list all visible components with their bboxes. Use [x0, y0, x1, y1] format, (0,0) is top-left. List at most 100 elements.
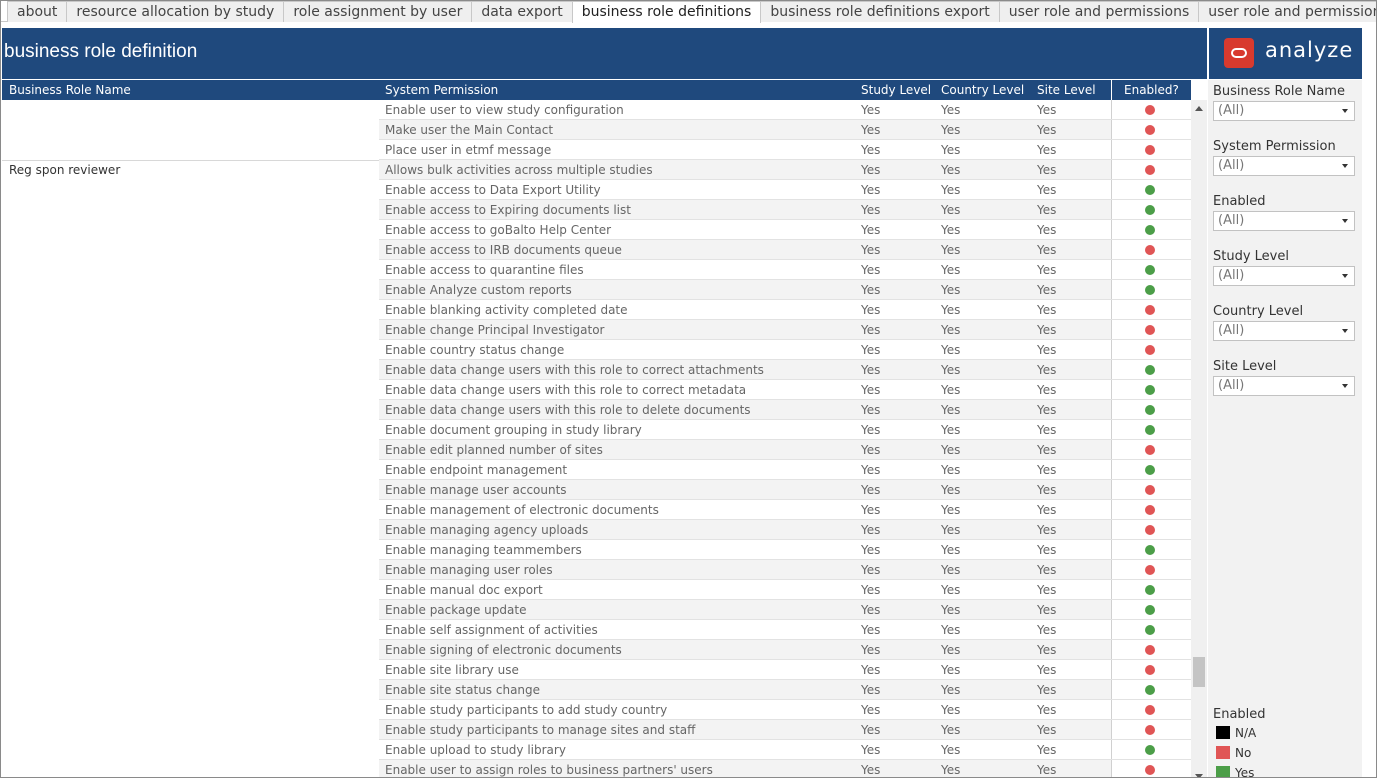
- table-row[interactable]: Enable manage user accounts Yes Yes Yes: [2, 480, 1191, 500]
- table-row[interactable]: Enable country status change Yes Yes Yes: [2, 340, 1191, 360]
- table-row[interactable]: Enable access to goBalto Help Center Yes Y…: [2, 220, 1191, 240]
- permission-cell: Enable study participants to add study c…: [385, 703, 668, 717]
- table-row[interactable]: Enable Analyze custom reports Yes Yes Yes: [2, 280, 1191, 300]
- permission-cell: Enable data change users with this role …: [385, 403, 751, 417]
- table-row[interactable]: Enable access to IRB documents queue Yes Y…: [2, 240, 1191, 260]
- country-level-cell: Yes: [941, 503, 961, 517]
- site-level-cell: Yes: [1037, 743, 1057, 757]
- table-row[interactable]: Enable upload to study library Yes Yes Yes: [2, 740, 1191, 760]
- tab-user-role-and-permissions-exp[interactable]: user role and permissions exp...: [1198, 1, 1376, 22]
- table-row[interactable]: Enable management of electronic document…: [2, 500, 1191, 520]
- chevron-down-icon[interactable]: [1342, 164, 1348, 168]
- table-row[interactable]: Enable data change users with this role …: [2, 360, 1191, 380]
- chevron-down-icon[interactable]: [1342, 109, 1348, 113]
- legend-swatch-icon: [1216, 766, 1230, 777]
- tab-about[interactable]: about: [7, 1, 68, 22]
- scroll-down-icon[interactable]: [1195, 774, 1203, 777]
- site-level-cell: Yes: [1037, 283, 1057, 297]
- country-level-cell: Yes: [941, 143, 961, 157]
- tab-data-export[interactable]: data export: [471, 1, 573, 22]
- study-level-cell: Yes: [861, 123, 881, 137]
- enabled-yes-dot-icon: [1145, 185, 1155, 195]
- table-row[interactable]: Enable blanking activity completed date Y…: [2, 300, 1191, 320]
- table-row[interactable]: Enable package update Yes Yes Yes: [2, 600, 1191, 620]
- enabled-yes-dot-icon: [1145, 405, 1155, 415]
- header-enabled[interactable]: Enabled?: [1124, 83, 1179, 97]
- table-row[interactable]: Enable managing agency uploads Yes Yes Yes: [2, 520, 1191, 540]
- table-row[interactable]: Enable self assignment of activities Yes Y…: [2, 620, 1191, 640]
- header-business-role-name[interactable]: Business Role Name: [9, 83, 131, 97]
- table-row[interactable]: Enable site status change Yes Yes Yes: [2, 680, 1191, 700]
- table-row[interactable]: Enable user to assign roles to business …: [2, 760, 1191, 777]
- legend-swatch-icon: [1216, 726, 1230, 739]
- tab-role-assignment-by-user[interactable]: role assignment by user: [283, 1, 473, 22]
- table-row[interactable]: Enable data change users with this role …: [2, 380, 1191, 400]
- table-row[interactable]: Enable data change users with this role …: [2, 400, 1191, 420]
- header-site-level[interactable]: Site Level: [1037, 83, 1096, 97]
- country-level-cell: Yes: [941, 663, 961, 677]
- tab-business-role-definitions[interactable]: business role definitions: [571, 1, 762, 23]
- table-row[interactable]: Allows bulk activities across multiple s…: [2, 160, 1191, 180]
- country-level-cell: Yes: [941, 223, 961, 237]
- filter-study-level: Study Level (All): [1213, 249, 1358, 286]
- study-level-cell: Yes: [861, 303, 881, 317]
- filter-country-level: Country Level (All): [1213, 304, 1358, 341]
- site-level-cell: Yes: [1037, 263, 1057, 277]
- table-row[interactable]: Enable endpoint management Yes Yes Yes: [2, 460, 1191, 480]
- header-study-level[interactable]: Study Level: [861, 83, 931, 97]
- legend-item[interactable]: No: [1213, 742, 1358, 762]
- tab-user-role-and-permissions[interactable]: user role and permissions: [998, 1, 1200, 22]
- table-row[interactable]: Enable site library use Yes Yes Yes: [2, 660, 1191, 680]
- table-row[interactable]: Enable access to quarantine files Yes Yes Y…: [2, 260, 1191, 280]
- permission-cell: Enable study participants to manage site…: [385, 723, 696, 737]
- enabled-dropdown[interactable]: (All): [1213, 211, 1355, 231]
- permission-cell: Place user in etmf message: [385, 143, 552, 157]
- site-level-dropdown[interactable]: (All): [1213, 376, 1355, 396]
- scroll-up-icon[interactable]: [1195, 106, 1203, 111]
- table-row[interactable]: Enable access to Expiring documents list…: [2, 200, 1191, 220]
- table-row[interactable]: Enable study participants to add study c…: [2, 700, 1191, 720]
- chevron-down-icon[interactable]: [1342, 219, 1348, 223]
- chevron-down-icon[interactable]: [1342, 384, 1348, 388]
- header-country-level[interactable]: Country Level: [941, 83, 1024, 97]
- country-level-cell: Yes: [941, 123, 961, 137]
- country-level-cell: Yes: [941, 203, 961, 217]
- table-row[interactable]: Enable edit planned number of sites Yes Ye…: [2, 440, 1191, 460]
- table-row[interactable]: Enable access to Data Export Utility Yes Y…: [2, 180, 1191, 200]
- site-level-cell: Yes: [1037, 683, 1057, 697]
- table-row[interactable]: Enable signing of electronic documents Ye…: [2, 640, 1191, 660]
- tab-business-role-definitions-export[interactable]: business role definitions export: [760, 1, 1000, 22]
- study-level-cell: Yes: [861, 743, 881, 757]
- study-level-cell: Yes: [861, 103, 881, 117]
- tab-resource-allocation-by-study[interactable]: resource allocation by study: [66, 1, 285, 22]
- vertical-scrollbar[interactable]: [1191, 100, 1207, 777]
- legend-item[interactable]: N/A: [1213, 722, 1358, 742]
- table-row[interactable]: Enable user to view study configuration Y…: [2, 100, 1191, 120]
- chevron-down-icon[interactable]: [1342, 329, 1348, 333]
- table-row[interactable]: Place user in etmf message Yes Yes Yes: [2, 140, 1191, 160]
- table-row[interactable]: Enable change Principal Investigator Yes Y…: [2, 320, 1191, 340]
- table-row[interactable]: Make user the Main Contact Yes Yes Yes: [2, 120, 1191, 140]
- header-system-permission[interactable]: System Permission: [385, 83, 498, 97]
- legend-item[interactable]: Yes: [1213, 762, 1358, 777]
- table-row[interactable]: Enable document grouping in study librar…: [2, 420, 1191, 440]
- scroll-thumb[interactable]: [1193, 657, 1205, 687]
- table-row[interactable]: Enable manual doc export Yes Yes Yes: [2, 580, 1191, 600]
- site-level-cell: Yes: [1037, 483, 1057, 497]
- table-row[interactable]: Enable managing teammembers Yes Yes Yes: [2, 540, 1191, 560]
- study-level-dropdown[interactable]: (All): [1213, 266, 1355, 286]
- table-row[interactable]: Enable study participants to manage site…: [2, 720, 1191, 740]
- business-role-name-dropdown[interactable]: (All): [1213, 101, 1355, 121]
- enabled-no-dot-icon: [1145, 145, 1155, 155]
- chevron-down-icon[interactable]: [1342, 274, 1348, 278]
- permission-cell: Enable managing user roles: [385, 563, 553, 577]
- study-level-cell: Yes: [861, 223, 881, 237]
- system-permission-dropdown[interactable]: (All): [1213, 156, 1355, 176]
- country-level-cell: Yes: [941, 183, 961, 197]
- table-row[interactable]: Enable managing user roles Yes Yes Yes: [2, 560, 1191, 580]
- study-level-cell: Yes: [861, 443, 881, 457]
- country-level-dropdown[interactable]: (All): [1213, 321, 1355, 341]
- site-level-cell: Yes: [1037, 463, 1057, 477]
- permission-cell: Enable user to view study configuration: [385, 103, 624, 117]
- permission-cell: Enable self assignment of activities: [385, 623, 598, 637]
